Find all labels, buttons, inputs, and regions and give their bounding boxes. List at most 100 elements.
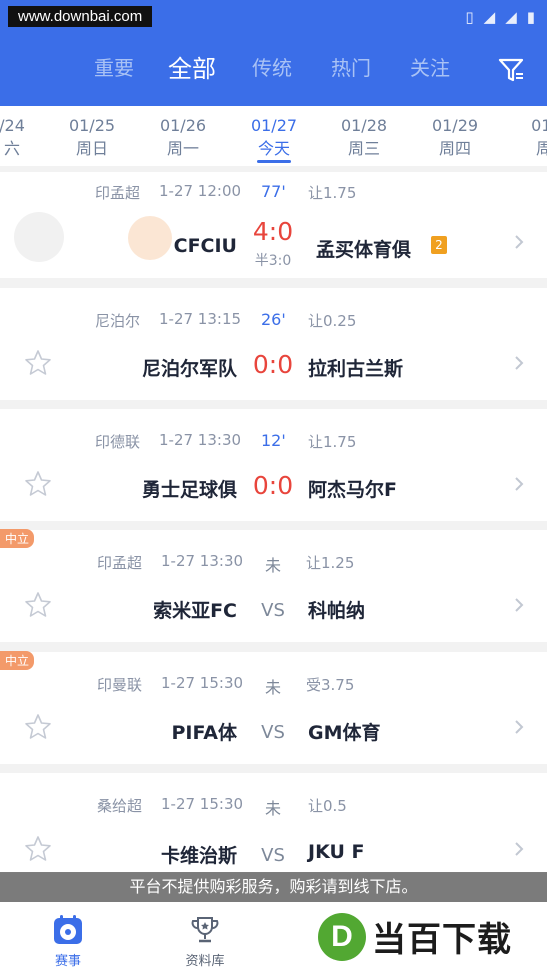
date-item[interactable]: 01/29 周四 [415, 114, 495, 160]
favorite-star-icon[interactable] [24, 349, 52, 377]
versus-label: VS [261, 600, 285, 621]
score: 0:0 [252, 471, 294, 500]
chevron-right-icon [515, 235, 524, 249]
home-team: 尼泊尔军队 [141, 358, 237, 380]
nav-database[interactable]: 资料库 [150, 902, 260, 969]
trophy-icon [191, 917, 219, 943]
favorite-star-icon[interactable] [24, 470, 52, 498]
date-text: /24 [0, 116, 25, 135]
disclaimer-notice: 平台不提供购彩服务，购彩请到线下店。 [0, 872, 547, 902]
tab-follow[interactable]: 关注 [410, 52, 450, 81]
match-minute: 77' [261, 182, 286, 201]
match-card[interactable]: 桑给超 1-27 15:30 未 让0.5 卡维治斯 VS JKU F [0, 773, 547, 873]
match-time: 1-27 13:30 [159, 431, 242, 449]
handicap: 受3.75 [306, 676, 355, 694]
date-text: 01/26 [159, 116, 207, 135]
match-status: 未 [264, 799, 281, 818]
handicap: 让0.5 [308, 797, 347, 815]
favorite-star-icon[interactable] [24, 713, 52, 741]
chevron-right-icon [515, 477, 524, 491]
match-card[interactable]: 中立 印曼联 1-27 15:30 未 受3.75 PIFA体 VS GM体育 [0, 651, 547, 764]
date-text: 01/27 [250, 116, 298, 135]
weekday-text: 六 [3, 139, 20, 158]
favorite-star-icon[interactable] [24, 591, 52, 619]
tab-important[interactable]: 重要 [94, 52, 134, 81]
tab-traditional[interactable]: 传统 [252, 52, 292, 81]
away-team: 孟买体育俱 [316, 239, 412, 261]
away-team-logo [128, 216, 172, 260]
status-icons: ▯ ◢ ◢ ▮ [465, 8, 535, 26]
handicap: 让1.75 [308, 184, 357, 202]
home-team: 勇士足球俱 [141, 479, 237, 501]
date-item[interactable]: 01/26 周一 [143, 114, 223, 160]
filter-icon[interactable] [497, 56, 525, 84]
wifi-icon: ◢ [483, 8, 496, 26]
tab-hot[interactable]: 热门 [331, 52, 371, 81]
match-card[interactable]: 印德联 1-27 13:30 12' 让1.75 勇士足球俱 0:0 阿杰马尔F [0, 409, 547, 521]
versus-label: VS [261, 845, 285, 866]
match-status: 未 [264, 678, 281, 697]
nav-label: 资料库 [185, 954, 225, 969]
away-team: 阿杰马尔F [308, 479, 397, 501]
weekday-text: 周一 [166, 139, 199, 158]
match-card[interactable]: 印孟超 1-27 12:00 77' 让1.75 CFCIU 4:0 半3:0 … [0, 172, 547, 278]
chevron-right-icon [515, 842, 524, 856]
versus-label: VS [261, 722, 285, 743]
away-team: GM体育 [308, 722, 381, 744]
match-time: 1-27 13:30 [161, 552, 244, 570]
league-name: 印德联 [95, 433, 141, 451]
nav-matches[interactable]: 赛事 [13, 902, 123, 969]
date-item[interactable]: /24 六 [0, 114, 52, 160]
date-bar: /24 六 01/25 周日 01/26 周一 01/27 今天 01/28 周… [0, 106, 547, 166]
league-name: 印孟超 [95, 184, 141, 202]
weekday-text: 周 [535, 139, 547, 158]
halftime-score: 半3:0 [254, 253, 292, 269]
weekday-text: 周四 [438, 139, 471, 158]
handicap: 让1.75 [308, 433, 357, 451]
watermark-logo: D [318, 912, 366, 961]
match-minute: 12' [261, 431, 286, 450]
date-item[interactable]: 01/25 周日 [52, 114, 132, 160]
match-time: 1-27 12:00 [159, 182, 242, 200]
date-item[interactable]: 01/28 周三 [324, 114, 404, 160]
league-name: 桑给超 [97, 797, 143, 815]
soccer-calendar-icon [54, 915, 82, 944]
away-team: 科帕纳 [308, 600, 366, 622]
tab-bar: 重要 全部 传统 热门 关注 [0, 52, 547, 92]
tab-all[interactable]: 全部 [168, 49, 216, 84]
favorite-star-icon[interactable] [24, 835, 52, 863]
date-item[interactable]: 01/ 周 [504, 114, 547, 160]
away-team: 拉利古兰斯 [308, 358, 404, 380]
site-label: www.downbai.com [8, 6, 153, 27]
red-card-badge: 2 [431, 236, 447, 254]
neutral-venue-tag: 中立 [0, 651, 35, 670]
active-date-indicator [257, 160, 291, 163]
league-name: 印孟超 [97, 554, 143, 572]
nav-label: 赛事 [54, 954, 81, 969]
home-team-logo [14, 212, 64, 262]
date-text: 01/25 [68, 116, 116, 135]
match-card[interactable]: 中立 印孟超 1-27 13:30 未 让1.25 索米亚FC VS 科帕纳 [0, 529, 547, 642]
weekday-text: 周日 [75, 139, 108, 158]
score: 0:0 [252, 350, 294, 379]
site-watermark: D 当百下载 [318, 912, 512, 961]
chevron-right-icon [515, 598, 524, 612]
match-time: 1-27 13:15 [159, 310, 242, 328]
match-status: 未 [264, 556, 281, 575]
date-item-today[interactable]: 01/27 今天 [234, 114, 314, 160]
vibrate-icon: ▯ [465, 8, 474, 26]
league-name: 尼泊尔 [95, 312, 141, 330]
match-minute: 26' [261, 310, 286, 329]
home-team: 卡维治斯 [160, 845, 237, 867]
match-time: 1-27 15:30 [161, 795, 244, 813]
away-team: JKU F [308, 841, 365, 863]
date-text: 01/28 [340, 116, 388, 135]
signal-icon: ◢ [505, 8, 517, 26]
date-text: 01/ [531, 116, 547, 135]
weekday-text: 周三 [347, 139, 380, 158]
chevron-right-icon [515, 356, 524, 370]
watermark-text: 当百下载 [372, 920, 512, 960]
match-card[interactable]: 尼泊尔 1-27 13:15 26' 让0.25 尼泊尔军队 0:0 拉利古兰斯 [0, 288, 547, 400]
score: 4:0 [252, 217, 294, 246]
top-bar: www.downbai.com ▯ ◢ ◢ ▮ 重要 全部 传统 热门 关注 [0, 0, 547, 106]
